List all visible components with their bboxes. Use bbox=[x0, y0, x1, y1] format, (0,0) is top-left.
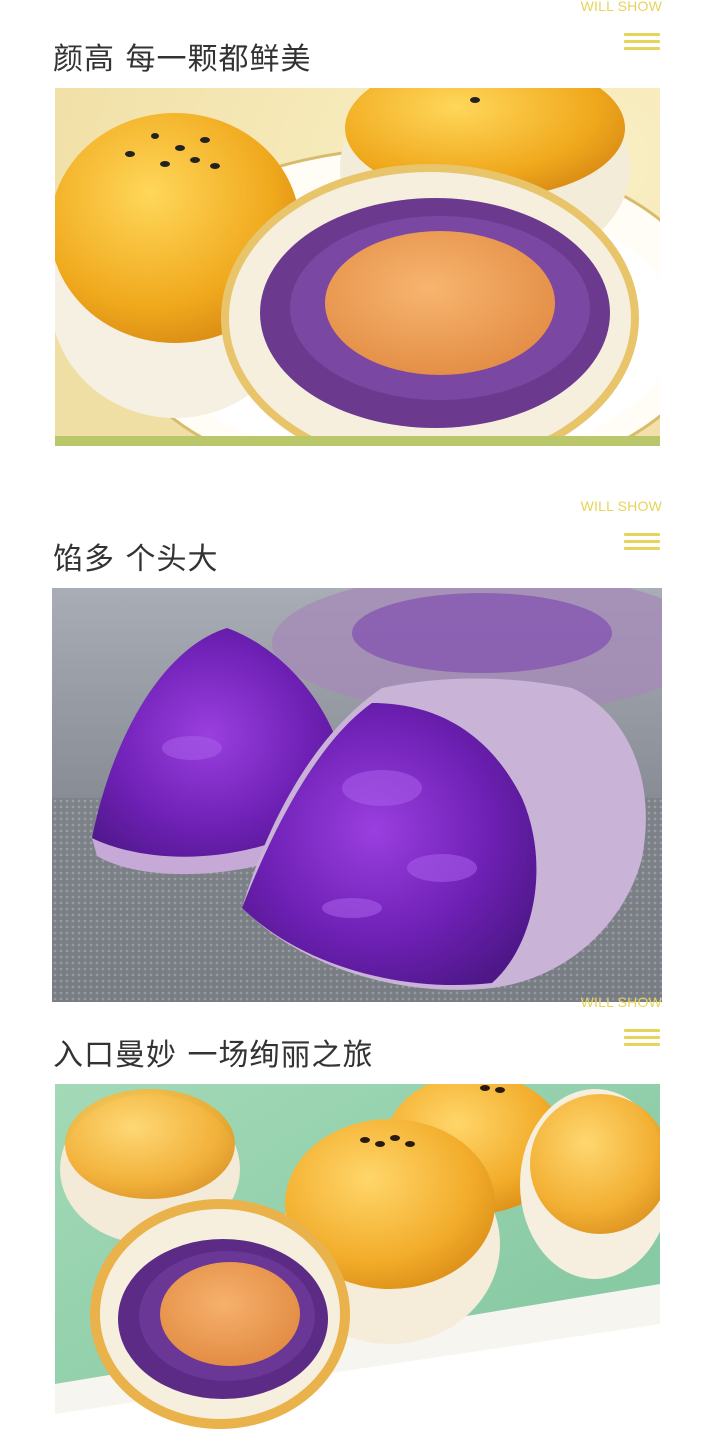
product-photo-pastries-plate bbox=[55, 88, 660, 446]
tagline: WILL SHOW bbox=[580, 994, 662, 1010]
section-title: 馅多 个头大 bbox=[53, 542, 219, 577]
section-3: WILL SHOW 入口曼妙 一场绚丽之旅 bbox=[0, 992, 720, 1448]
tagline: WILL SHOW bbox=[580, 0, 662, 14]
hamburger-menu-icon[interactable] bbox=[624, 1027, 660, 1049]
section-2: WILL SHOW 馅多 个头大 bbox=[0, 496, 720, 1006]
hamburger-menu-icon[interactable] bbox=[624, 531, 660, 553]
hamburger-menu-icon[interactable] bbox=[624, 31, 660, 53]
section-title: 入口曼妙 一场绚丽之旅 bbox=[53, 1038, 374, 1073]
product-photo-pastries-green bbox=[55, 1084, 660, 1440]
product-photo-purple-sweet-potato bbox=[52, 588, 662, 1002]
section-title: 颜高 每一颗都鲜美 bbox=[53, 42, 312, 77]
tagline: WILL SHOW bbox=[580, 498, 662, 514]
section-1: WILL SHOW 颜高 每一颗都鲜美 bbox=[0, 0, 720, 450]
